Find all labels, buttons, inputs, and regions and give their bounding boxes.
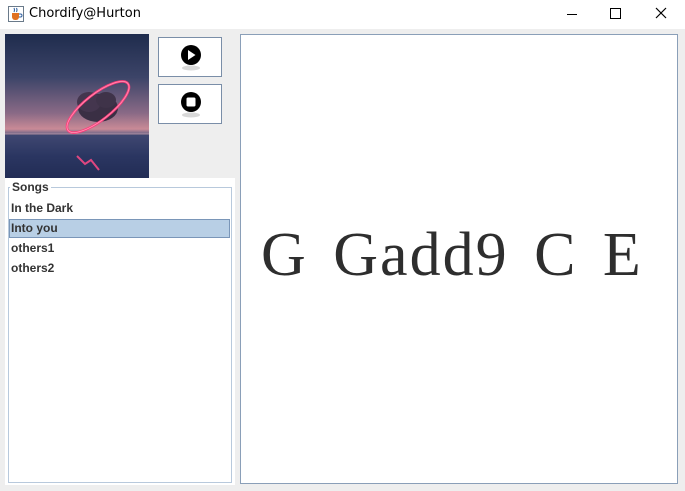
close-icon — [655, 7, 667, 19]
song-item-others1[interactable]: others1 — [9, 239, 230, 258]
maximize-icon — [610, 8, 621, 19]
play-button[interactable] — [158, 37, 222, 77]
minimize-button[interactable] — [549, 0, 595, 29]
album-art — [5, 34, 149, 178]
java-cup-icon — [8, 6, 24, 22]
song-list[interactable]: In the Dark Into you others1 others2 — [9, 199, 230, 279]
stop-icon — [181, 92, 201, 118]
maximize-button[interactable] — [593, 0, 639, 29]
songs-title: Songs — [10, 180, 51, 194]
window-title: Chordify@Hurton — [29, 6, 141, 21]
play-icon — [181, 45, 201, 71]
song-item-into-you[interactable]: Into you — [9, 219, 230, 238]
songs-panel: Songs In the Dark Into you others1 other… — [5, 178, 235, 485]
song-item-in-the-dark[interactable]: In the Dark — [9, 199, 230, 218]
stop-button[interactable] — [158, 84, 222, 124]
song-item-others2[interactable]: others2 — [9, 259, 230, 278]
chord-display-panel: G Gadd9 C E — [240, 34, 678, 484]
title-bar[interactable]: Chordify@Hurton — [0, 0, 685, 29]
chord-sequence: G Gadd9 C E — [261, 221, 643, 289]
close-button[interactable] — [639, 0, 685, 29]
minimize-icon — [567, 14, 577, 15]
